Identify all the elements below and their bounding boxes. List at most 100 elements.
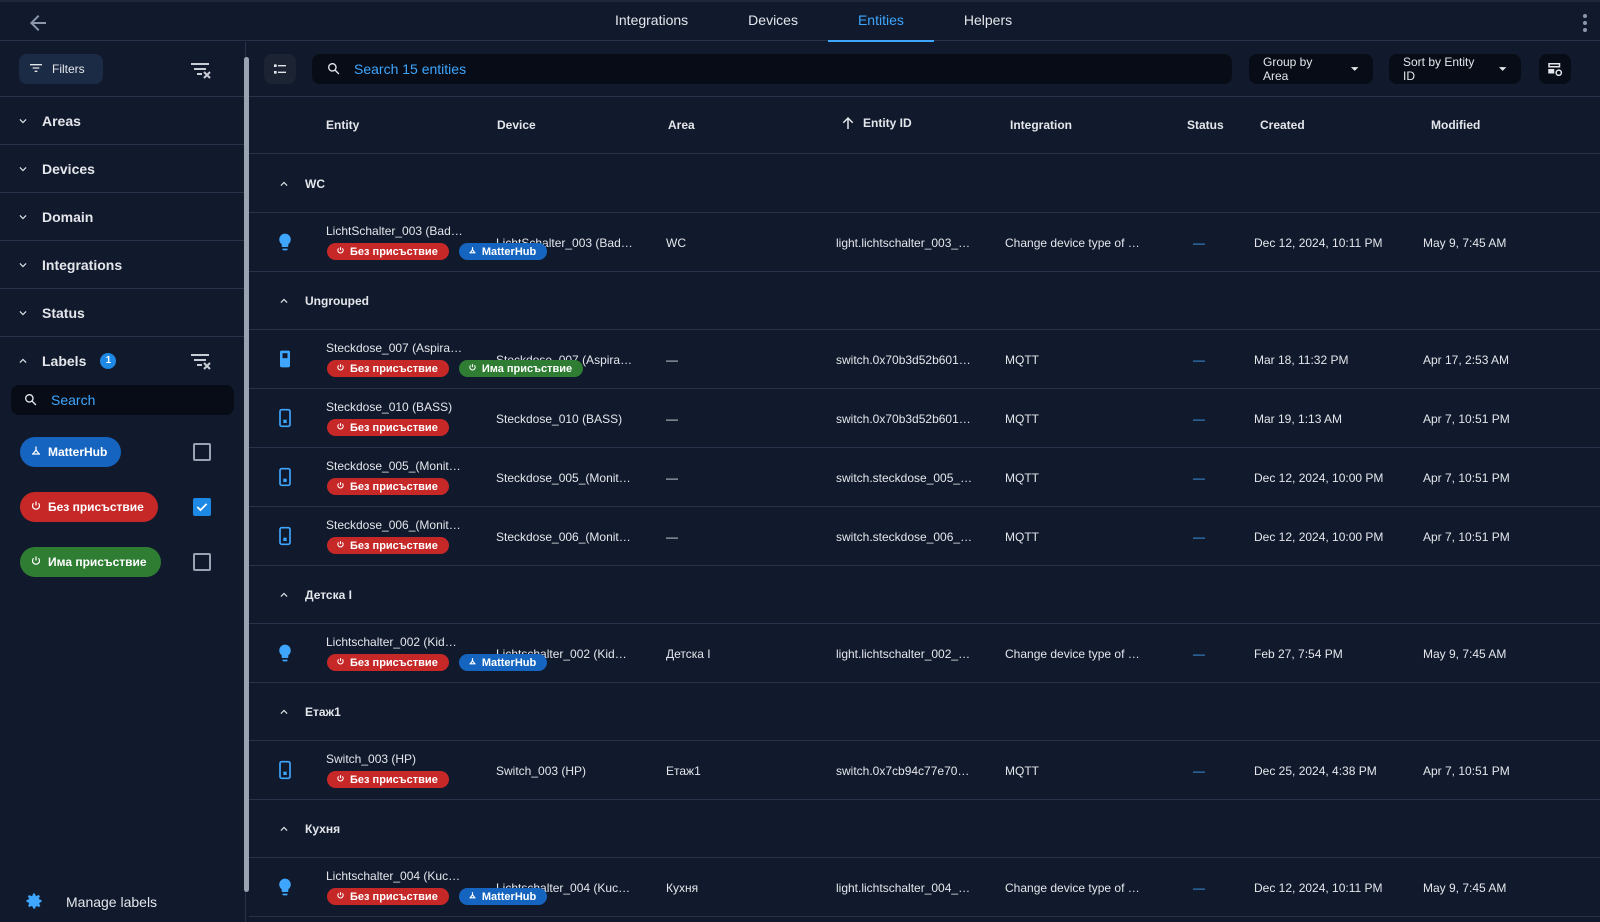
- check-icon: [196, 503, 208, 512]
- chip-text: Без присъствие: [350, 421, 438, 434]
- col-header-entity[interactable]: Entity: [326, 118, 359, 132]
- power-icon: [336, 774, 345, 786]
- col-header-area[interactable]: Area: [668, 118, 695, 132]
- created-cell: Dec 12, 2024, 10:11 PM: [1254, 881, 1383, 895]
- entity-id-cell: switch.0x70b3d52b601…: [836, 353, 971, 367]
- status-cell: —: [1193, 471, 1205, 485]
- search-input[interactable]: Search 15 entities: [312, 54, 1232, 84]
- area-cell: —: [666, 471, 678, 485]
- selection-mode-button[interactable]: [264, 54, 296, 84]
- table-row[interactable]: Switch_003 (HP) Switch_003 (HP) Без прис…: [249, 741, 1600, 800]
- filter-section-devices[interactable]: Devices: [0, 145, 245, 193]
- col-header-modified[interactable]: Modified: [1431, 118, 1480, 132]
- group-name: Етаж1: [305, 704, 341, 719]
- chip-text: Без присъствие: [350, 362, 438, 375]
- label-chip[interactable]: Има присъствие: [458, 360, 584, 377]
- status-cell: —: [1193, 647, 1205, 661]
- group-header[interactable]: Ungrouped: [249, 272, 1600, 330]
- entity-labels: Без присъствие: [327, 478, 449, 495]
- label-checkbox-matterhub[interactable]: [193, 443, 211, 461]
- label-chip[interactable]: MatterHub: [458, 888, 548, 905]
- col-header-status[interactable]: Status: [1187, 118, 1224, 132]
- filters-button[interactable]: Filters: [19, 54, 103, 84]
- table-row[interactable]: Steckdose_007 (Aspira… Steckdose_007 (As…: [249, 330, 1600, 389]
- label-chip[interactable]: MatterHub: [458, 243, 548, 260]
- table-row[interactable]: Steckdose_006_(Monit… Steckdose_006_(Mon…: [249, 507, 1600, 566]
- table-cog-icon: [1548, 63, 1563, 77]
- table-row[interactable]: Steckdose_010 (BASS) Steckdose_010 (BASS…: [249, 389, 1600, 448]
- label-chip-bez-prisastvie[interactable]: Без присъствие: [20, 492, 158, 522]
- table-row[interactable]: Lichtschalter_004 (Kuc… Lichtschalter_00…: [249, 858, 1600, 917]
- tab-integrations[interactable]: Integrations: [585, 2, 718, 41]
- label-chip[interactable]: Без присъствие: [327, 478, 449, 495]
- group-header[interactable]: WC: [249, 155, 1600, 213]
- tab-helpers[interactable]: Helpers: [934, 2, 1042, 41]
- label-chip[interactable]: Без присъствие: [327, 243, 449, 260]
- nav-tabs: Integrations Devices Entities Helpers: [585, 2, 1042, 42]
- device-cell: Steckdose_005_(Monit…: [496, 471, 631, 485]
- label-row-matterhub: MatterHub: [0, 425, 245, 480]
- table-row[interactable]: LichtSchalter_003 (Bad… LichtSchalter_00…: [249, 213, 1600, 272]
- filter-section-integrations[interactable]: Integrations: [0, 241, 245, 289]
- sort-by-dropdown[interactable]: Sort by Entity ID: [1389, 54, 1521, 84]
- table-row[interactable]: Steckdose_005_(Monit… Steckdose_005_(Mon…: [249, 448, 1600, 507]
- col-header-integration[interactable]: Integration: [1010, 118, 1072, 132]
- entity-name: Switch_003 (HP): [326, 752, 417, 766]
- label-name: Има присъствие: [48, 555, 147, 569]
- table-settings-button[interactable]: [1539, 54, 1571, 84]
- section-label: Status: [42, 304, 85, 321]
- label-chip-matterhub[interactable]: MatterHub: [20, 437, 122, 467]
- tab-entities[interactable]: Entities: [827, 2, 934, 42]
- filter-section-domain[interactable]: Domain: [0, 193, 245, 241]
- entity-name: Steckdose_010 (BASS): [326, 400, 453, 414]
- label-chip[interactable]: MatterHub: [458, 654, 548, 671]
- clear-filters-icon[interactable]: [190, 60, 212, 80]
- chevron-down-icon: [19, 262, 27, 267]
- labels-search-input[interactable]: Search: [11, 385, 234, 415]
- label-chip[interactable]: Без присъствие: [327, 419, 449, 436]
- group-header[interactable]: Кухня: [249, 800, 1600, 858]
- label-row-ima-prisastvie: Има присъствие: [0, 535, 245, 590]
- filter-section-areas[interactable]: Areas: [0, 97, 245, 145]
- modified-cell: Apr 7, 10:51 PM: [1423, 764, 1510, 778]
- label-checkbox-bez-prisastvie[interactable]: [193, 498, 211, 516]
- col-header-created[interactable]: Created: [1260, 118, 1305, 132]
- section-label: Domain: [42, 208, 94, 225]
- clear-labels-filter-icon[interactable]: [190, 351, 212, 371]
- filter-section-labels[interactable]: Labels 1: [0, 337, 245, 385]
- table-row[interactable]: Lichtschalter_002 (Kid… Lichtschalter_00…: [249, 624, 1600, 683]
- more-options-icon[interactable]: [1582, 13, 1588, 33]
- label-chip[interactable]: Без присъствие: [327, 360, 449, 377]
- back-arrow-icon[interactable]: [26, 11, 50, 35]
- status-cell: —: [1193, 530, 1205, 544]
- col-header-device[interactable]: Device: [497, 118, 536, 132]
- label-name: Без присъствие: [48, 500, 144, 514]
- label-chip[interactable]: Без присъствие: [327, 888, 449, 905]
- label-chip[interactable]: Без присъствие: [327, 654, 449, 671]
- chip-text: Без присъствие: [350, 773, 438, 786]
- entity-id-cell: light.lichtschalter_002_…: [836, 647, 971, 661]
- col-header-entity-id[interactable]: Entity ID: [839, 114, 912, 132]
- section-label: Devices: [42, 160, 95, 177]
- group-header[interactable]: Етаж1: [249, 683, 1600, 741]
- label-chip-ima-prisastvie[interactable]: Има присъствие: [20, 547, 161, 577]
- group-by-dropdown[interactable]: Group by Area: [1249, 54, 1373, 84]
- power-icon: [468, 363, 477, 375]
- label-checkbox-ima-prisastvie[interactable]: [193, 553, 211, 571]
- select-list-icon: [274, 64, 286, 74]
- group-header[interactable]: Детска I: [249, 566, 1600, 624]
- label-chip[interactable]: Без присъствие: [327, 771, 449, 788]
- filter-section-status[interactable]: Status: [0, 289, 245, 337]
- chip-text: MatterHub: [481, 245, 537, 258]
- integration-cell: MQTT: [1005, 353, 1039, 367]
- caret-down-icon: [1498, 67, 1507, 71]
- sort-by-label: Sort by Entity ID: [1403, 55, 1475, 83]
- search-icon: [25, 394, 37, 406]
- tab-devices[interactable]: Devices: [718, 2, 828, 41]
- integration-cell: MQTT: [1005, 412, 1039, 426]
- entity-name: Lichtschalter_002 (Kid…: [326, 635, 457, 649]
- label-chip[interactable]: Без присъствие: [327, 537, 449, 554]
- lightbulb-icon: [275, 232, 295, 252]
- table-body: WC LichtSchalter_003 (Bad… LichtSchalter…: [249, 155, 1600, 917]
- manage-labels-link[interactable]: Manage labels: [0, 882, 240, 922]
